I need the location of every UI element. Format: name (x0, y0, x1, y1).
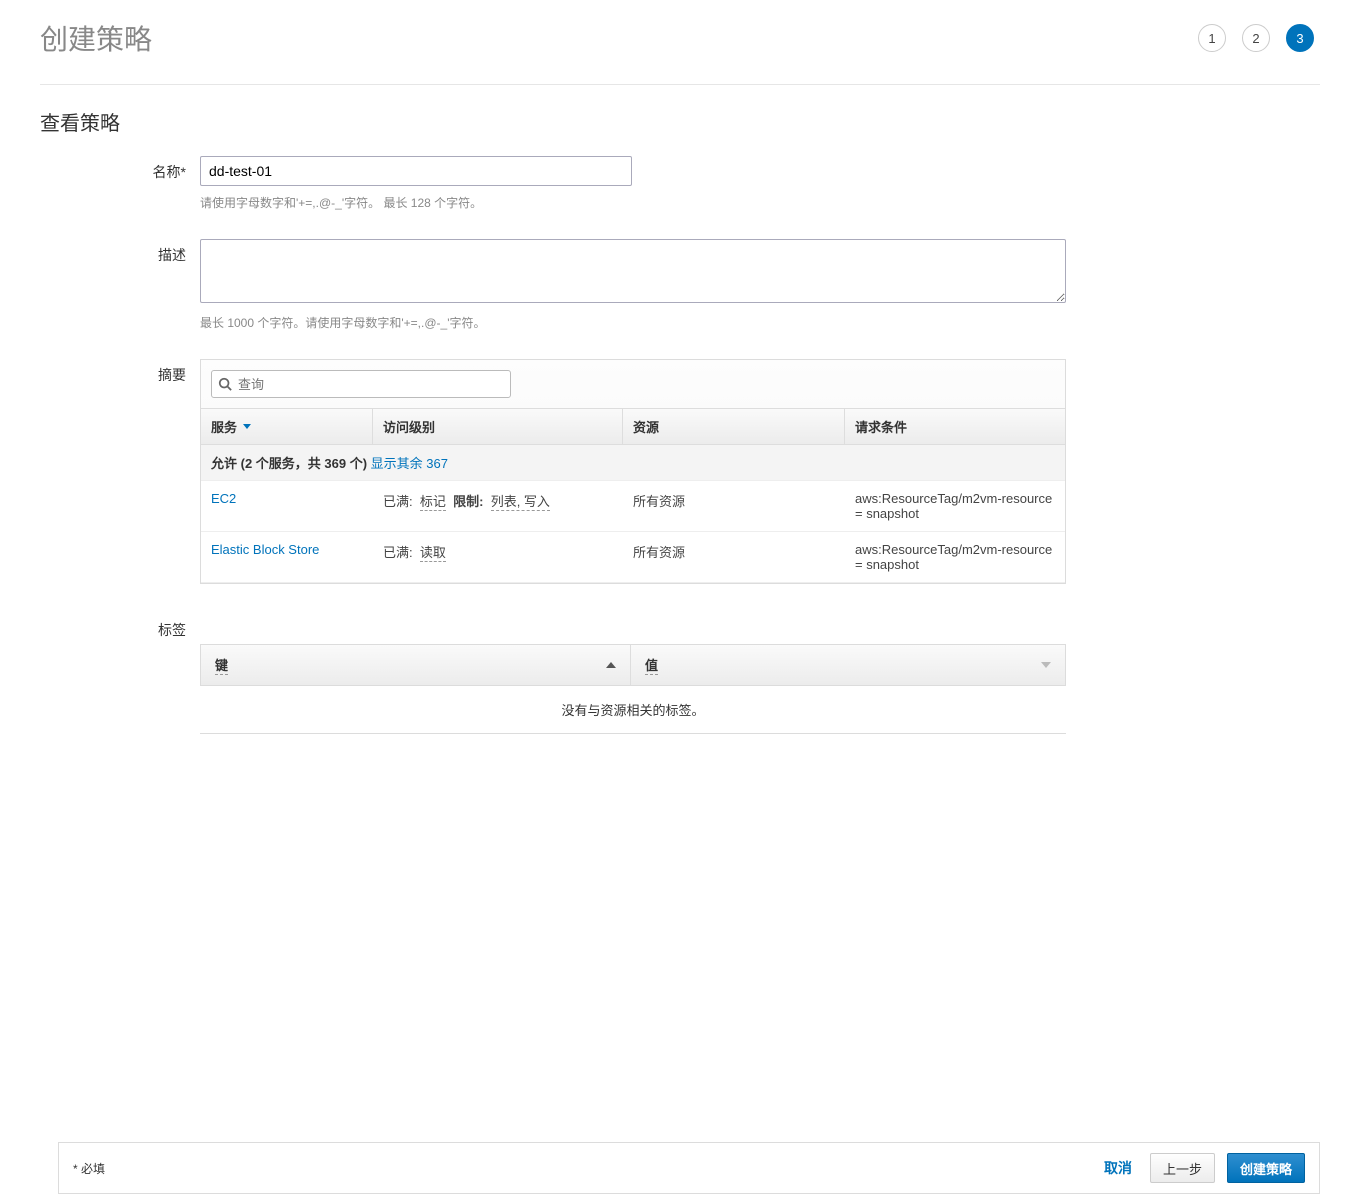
access-limit-values: 列表, 写入 (491, 491, 550, 511)
access-tag: 标记 (420, 491, 446, 511)
step-3[interactable]: 3 (1286, 24, 1314, 52)
tags-header-value-label: 值 (645, 655, 658, 675)
access-level-cell: 已满: 标记 限制: 列表, 写入 (373, 481, 623, 531)
allow-summary-row: 允许 (2 个服务，共 369 个) 显示其余 367 (201, 445, 1065, 481)
sort-caret-down-icon (243, 424, 251, 429)
tags-label: 标签 (40, 614, 200, 734)
header-resource[interactable]: 资源 (623, 409, 845, 444)
create-policy-button[interactable]: 创建策略 (1227, 1153, 1305, 1183)
description-textarea[interactable] (200, 239, 1066, 303)
header-service[interactable]: 服务 (201, 409, 373, 444)
description-label: 描述 (40, 239, 200, 351)
tags-header-value[interactable]: 值 (631, 645, 1065, 685)
resource-cell: 所有资源 (623, 532, 845, 582)
step-1[interactable]: 1 (1198, 24, 1226, 52)
required-note: * 必填 (73, 1160, 105, 1177)
policy-row: EC2 已满: 标记 限制: 列表, 写入 所有资源 aws:ResourceT… (201, 481, 1065, 532)
page-title: 创建策略 (40, 18, 152, 58)
sort-asc-icon (606, 662, 616, 668)
resource-cell: 所有资源 (623, 481, 845, 531)
request-condition-cell: aws:ResourceTag/m2vm-resource = snapshot (845, 481, 1065, 531)
tags-empty-message: 没有与资源相关的标签。 (200, 686, 1066, 734)
summary-panel: 服务 访问级别 资源 请求条件 允许 (2 个服务，共 369 个) 显示其余 … (200, 359, 1066, 584)
header-service-label: 服务 (211, 417, 237, 436)
summary-label: 摘要 (40, 359, 200, 584)
wizard-steps: 1 2 3 (1198, 24, 1320, 52)
description-help-text: 最长 1000 个字符。请使用字母数字和'+=,.@-_'字符。 (200, 314, 1320, 331)
search-icon (218, 377, 232, 391)
tags-panel: 键 值 没有与资源相关的标签。 (200, 644, 1066, 734)
name-input[interactable] (200, 156, 632, 186)
tags-headers: 键 值 (200, 644, 1066, 686)
sort-desc-icon (1041, 662, 1051, 668)
header-request[interactable]: 请求条件 (845, 409, 1065, 444)
summary-search-input[interactable] (236, 376, 504, 393)
footer-bar: * 必填 取消 上一步 创建策略 (58, 1142, 1320, 1194)
access-level-cell: 已满: 读取 (373, 532, 623, 582)
cancel-button[interactable]: 取消 (1098, 1157, 1138, 1179)
service-link-ebs[interactable]: Elastic Block Store (211, 542, 319, 557)
name-help-text: 请使用字母数字和'+=,.@-_'字符。 最长 128 个字符。 (200, 194, 1320, 211)
summary-search[interactable] (211, 370, 511, 398)
request-condition-cell: aws:ResourceTag/m2vm-resource = snapshot (845, 532, 1065, 582)
allow-summary-text: 允许 (2 个服务，共 369 个) (211, 456, 367, 471)
header: 创建策略 1 2 3 (40, 18, 1320, 85)
name-label: 名称* (40, 156, 200, 231)
access-tag: 读取 (420, 542, 446, 562)
review-policy-title: 查看策略 (40, 107, 1320, 136)
summary-headers: 服务 访问级别 资源 请求条件 (201, 408, 1065, 445)
previous-button[interactable]: 上一步 (1150, 1153, 1215, 1183)
tags-header-key[interactable]: 键 (201, 645, 631, 685)
header-access[interactable]: 访问级别 (373, 409, 623, 444)
show-remaining-link[interactable]: 显示其余 367 (371, 456, 448, 471)
service-link-ec2[interactable]: EC2 (211, 491, 236, 506)
step-2[interactable]: 2 (1242, 24, 1270, 52)
tags-header-key-label: 键 (215, 655, 228, 675)
policy-row: Elastic Block Store 已满: 读取 所有资源 aws:Reso… (201, 532, 1065, 583)
